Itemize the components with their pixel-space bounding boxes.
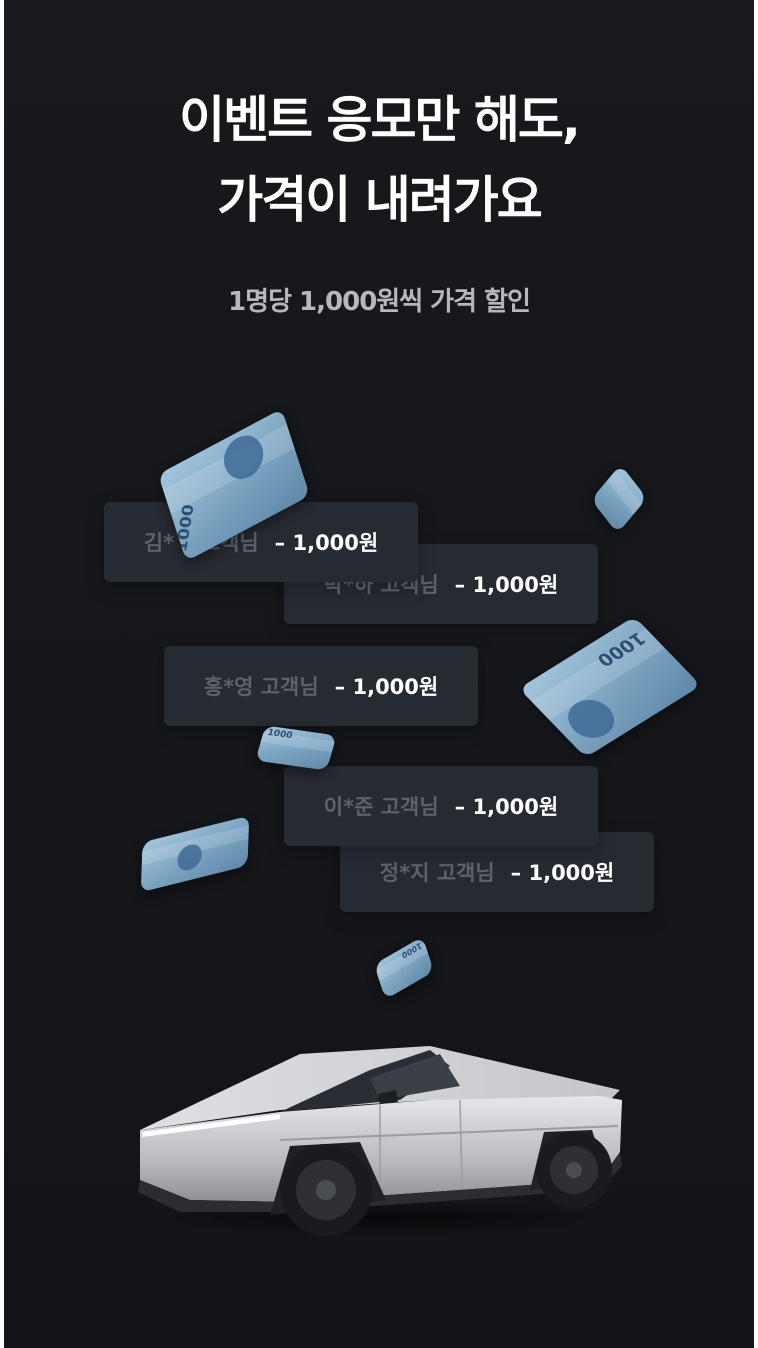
- subtitle: 1명당 1,000원씩 가격 할인: [228, 287, 531, 317]
- banknote-icon: [590, 464, 648, 534]
- headline-line-1: 이벤트 응모만 해도,: [179, 91, 581, 149]
- discount-card-4: 이*준 고객님 – 1,000원: [284, 766, 598, 846]
- discount-amount: – 1,000원: [454, 573, 559, 597]
- banknote-icon: 1000: [518, 616, 702, 758]
- event-panel: 이벤트 응모만 해도, 가격이 내려가요 1명당 1,000원씩 가격 할인 박…: [4, 0, 754, 1348]
- customer-name: 홍*영 고객님: [203, 675, 319, 699]
- customer-name: 정*지 고객님: [379, 861, 495, 885]
- banknote-icon: 1000: [374, 936, 434, 1000]
- customer-name: 이*준 고객님: [323, 795, 439, 819]
- discount-amount: – 1,000원: [510, 861, 615, 885]
- discount-amount: – 1,000원: [334, 675, 439, 699]
- discount-card-3: 홍*영 고객님 – 1,000원: [164, 646, 478, 726]
- discount-amount: – 1,000원: [274, 531, 379, 555]
- headline-line-2: 가격이 내려가요: [217, 171, 542, 229]
- discount-amount: – 1,000원: [454, 795, 559, 819]
- banknote-icon: 1000: [255, 725, 337, 771]
- banknote-icon: [140, 815, 250, 893]
- car-illustration: [138, 1046, 622, 1236]
- headline: 이벤트 응모만 해도, 가격이 내려가요: [4, 80, 754, 240]
